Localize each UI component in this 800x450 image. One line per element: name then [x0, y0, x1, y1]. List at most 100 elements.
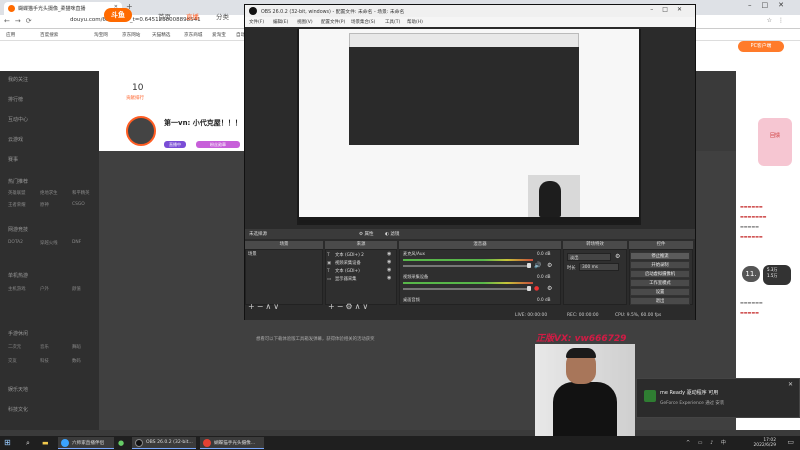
mixer-channel-name: 麦克风/Aux [403, 251, 425, 256]
nav-home[interactable]: 首页 [158, 11, 171, 21]
sidebar-sub[interactable]: 绝地求生 [40, 190, 58, 196]
sidebar-sub[interactable]: DOTA2 [8, 240, 23, 245]
sidebar-sub[interactable]: 穿越火线 [40, 240, 58, 246]
eye-icon[interactable]: ◉ [387, 259, 391, 265]
url-field[interactable]: douyu.com/6539991?_t=0.6451238008898541 [70, 17, 201, 23]
bookmark-item[interactable]: 百度搜索 [40, 32, 58, 38]
source-item[interactable]: ▣ 视频采集设备 [327, 260, 361, 266]
eye-icon[interactable]: ◉ [387, 267, 391, 273]
speaker-icon[interactable]: 🔊 [534, 262, 541, 269]
virtual-camera-button[interactable]: 启动虚拟摄像机 [630, 270, 690, 278]
source-item[interactable]: T 文本 (GDI+) [327, 268, 360, 274]
eye-icon[interactable]: ◉ [387, 251, 391, 257]
app-icon[interactable]: ● [118, 439, 124, 447]
stop-streaming-button[interactable]: 停止推流 [630, 252, 690, 260]
sidebar-sub[interactable]: 科技 [40, 358, 49, 364]
sidebar-sub[interactable]: 二次元 [8, 344, 21, 350]
sidebar-item-interact[interactable]: 互动中心 [8, 116, 28, 123]
sidebar-sub[interactable]: 户外 [40, 286, 49, 292]
windows-start-icon[interactable]: ⊞ [4, 438, 11, 447]
menu-scene-collection[interactable]: 场景集合(S) [351, 19, 375, 25]
fan-badge[interactable]: 粉丝勋章 [196, 141, 240, 148]
rank-label[interactable]: 贡献排行 [126, 95, 144, 101]
sidebar-sub[interactable]: DNF [72, 240, 81, 245]
add-transition-icon[interactable]: ⚙ [615, 253, 620, 260]
volume-slider[interactable] [403, 265, 529, 267]
search-icon[interactable]: ⌕ [26, 439, 30, 448]
source-item[interactable]: ▭ 显示器采集 [327, 276, 356, 282]
gift-banner[interactable]: 回馈 [758, 118, 792, 166]
sidebar-sub[interactable]: 王者荣耀 [8, 202, 26, 208]
obs-title: OBS 26.0.2 (32-bit, windows) - 配置文件: 未命名… [261, 10, 405, 15]
pc-client-button[interactable]: PC客户端 [738, 41, 784, 52]
source-tools-icon[interactable]: +−⚙∧∨ [328, 302, 370, 311]
bookmark-item[interactable]: 淘宝网 [94, 32, 108, 38]
toast-notification[interactable] [636, 378, 800, 418]
menu-edit[interactable]: 编辑(E) [273, 19, 288, 25]
nav-category[interactable]: 分类 [216, 11, 229, 21]
sidebar-sub[interactable]: 数码 [72, 358, 81, 364]
sidebar-sub[interactable]: 交友 [8, 358, 17, 364]
sidebar-sub[interactable]: 原神 [40, 202, 49, 208]
taskbar-app[interactable]: 蝴蝶猫手光头摄像... [200, 437, 264, 449]
obs-titlebar[interactable]: OBS 26.0.2 (32-bit, windows) - 配置文件: 未命名… [245, 5, 695, 17]
eye-icon[interactable]: ◉ [387, 275, 391, 281]
sidebar-sub[interactable]: CSGO [72, 202, 85, 207]
studio-mode-button[interactable]: 工作室模式 [630, 279, 690, 287]
sidebar-sub[interactable]: 音乐 [40, 344, 49, 350]
menu-help[interactable]: 帮助(H) [407, 19, 423, 25]
settings-button[interactable]: 设置 [630, 288, 690, 296]
obs-window-controls[interactable]: –□✕ [650, 6, 691, 13]
sidebar-sub[interactable]: 舞蹈 [72, 344, 81, 350]
speaker-muted-icon[interactable]: ● [534, 285, 539, 292]
notification-center-icon[interactable]: ▭ [787, 438, 794, 446]
bookmark-item[interactable]: 京东网站 [122, 32, 140, 38]
gear-icon[interactable]: ⚙ [547, 285, 552, 292]
sidebar-item-cloudgame[interactable]: 云游戏 [8, 136, 23, 143]
viewer-count-bubble[interactable]: 11. [742, 266, 760, 282]
nav-live[interactable]: 直播 [186, 11, 199, 21]
menu-file[interactable]: 文件(F) [249, 19, 264, 25]
close-icon[interactable]: ✕ [788, 381, 793, 388]
volume-knob[interactable] [527, 263, 531, 268]
sidebar-item-follow[interactable]: 我的关注 [8, 76, 28, 83]
nav-buttons-icon[interactable]: ←→⟳ [4, 17, 37, 25]
transition-select[interactable]: 淡出 [567, 253, 611, 261]
scene-item[interactable]: 场景 [248, 251, 257, 257]
menu-tools[interactable]: 工具(T) [385, 19, 400, 25]
sidebar-item-esports[interactable]: 赛事 [8, 156, 18, 163]
browser-menu-icon[interactable]: ☆⋮ [767, 17, 790, 24]
app-icon [61, 439, 69, 447]
window-controls[interactable]: –□✕ [748, 1, 794, 9]
exit-button[interactable]: 退出 [630, 297, 690, 305]
mini-stat-card: 5.3万 1.5万 [763, 265, 791, 285]
bookmark-item[interactable]: 应用 [6, 32, 15, 38]
obs-window[interactable]: OBS 26.0.2 (32-bit, windows) - 配置文件: 未命名… [244, 4, 696, 320]
system-tray-icons[interactable]: ^ ▭ ♪ 中 [686, 439, 729, 446]
sidebar-sub[interactable]: 颜值 [72, 286, 81, 292]
start-recording-button[interactable]: 开始录制 [630, 261, 690, 269]
volume-knob[interactable] [527, 286, 531, 291]
taskbar-app[interactable]: 六师家直播伴侣 [58, 437, 114, 449]
sidebar-sub[interactable]: 英雄联盟 [8, 190, 26, 196]
sidebar-sub[interactable]: 和平精英 [72, 190, 90, 196]
bookmark-item[interactable]: 爱淘宝 [212, 32, 226, 38]
menu-view[interactable]: 视图(V) [297, 19, 313, 25]
gear-icon[interactable]: ⚙ [547, 262, 552, 269]
duration-field[interactable]: 300 ms [579, 263, 619, 271]
sidebar-sub[interactable]: 主机游戏 [8, 286, 26, 292]
menu-profile[interactable]: 配置文件(P) [321, 19, 345, 25]
volume-slider[interactable] [403, 288, 529, 290]
sidebar-item-rank[interactable]: 排行榜 [8, 96, 23, 103]
streamer-avatar[interactable] [126, 116, 156, 146]
source-item[interactable]: T 文本 (GDI+) 2 [327, 252, 364, 258]
properties-button[interactable]: ⚙ 属性 [359, 231, 373, 237]
taskbar-app[interactable]: OBS 26.0.2 (32-bit... [132, 437, 196, 449]
scene-tools-icon[interactable]: +−∧∨ [248, 302, 281, 311]
bookmark-item[interactable]: 京东商城 [184, 32, 202, 38]
clock[interactable]: 17:02 2022/6/29 [753, 438, 776, 448]
douyu-logo[interactable]: 斗鱼 [104, 8, 132, 22]
bookmark-item[interactable]: 天猫精选 [152, 32, 170, 38]
filters-button[interactable]: ◐ 滤镜 [385, 231, 399, 237]
file-explorer-icon[interactable]: ▬ [42, 439, 49, 447]
